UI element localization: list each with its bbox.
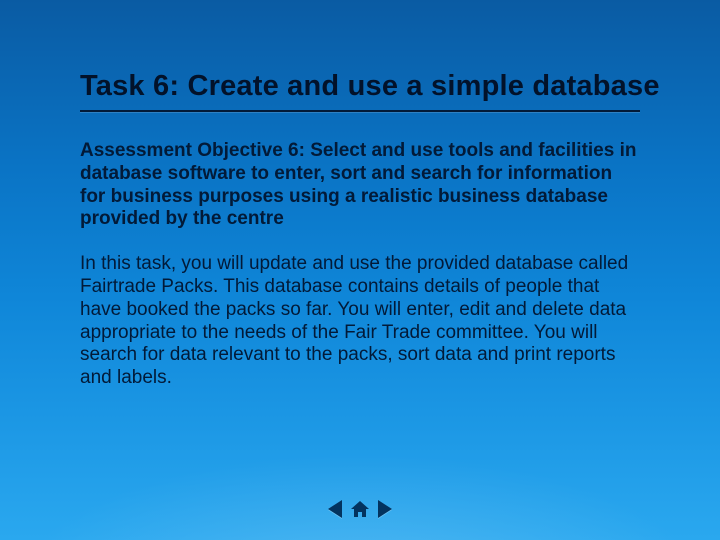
title-rule [80,110,640,112]
arrow-right-icon [378,500,392,518]
home-icon [351,501,369,517]
slide-title: Task 6: Create and use a simple database [80,70,660,103]
home-button[interactable] [350,500,370,518]
slide: Task 6: Create and use a simple database… [0,0,720,540]
task-description: In this task, you will update and use th… [80,253,640,390]
assessment-objective: Assessment Objective 6: Select and use t… [80,140,640,231]
slide-body: Assessment Objective 6: Select and use t… [80,140,640,390]
next-button[interactable] [372,498,398,520]
prev-button[interactable] [322,498,348,520]
nav-controls [322,498,398,520]
arrow-left-icon [328,500,342,518]
